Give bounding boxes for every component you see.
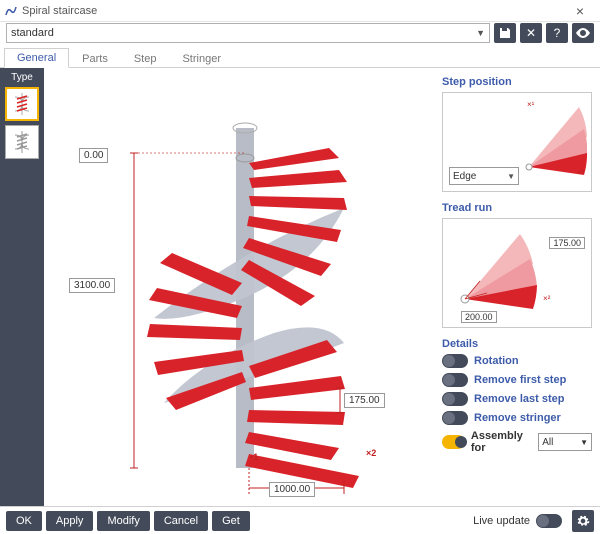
footer: OK Apply Modify Cancel Get Live update (0, 506, 600, 534)
assembly-row: Assembly for All ▼ (442, 430, 592, 454)
cancel-button[interactable]: Cancel (154, 511, 208, 531)
main-content: Type (0, 68, 600, 506)
step-position-title: Step position (442, 76, 592, 88)
chevron-down-icon: ▼ (476, 28, 485, 38)
svg-text:×²: ×² (543, 294, 551, 303)
step-position-section: Step position ×¹ ×² Edge ▼ (442, 76, 592, 192)
preview-button[interactable] (572, 23, 594, 43)
svg-text:×²: ×² (577, 168, 585, 177)
tread-run-title: Tread run (442, 202, 592, 214)
dim-height[interactable]: 3100.00 (69, 278, 115, 293)
step-position-select[interactable]: Edge ▼ (449, 167, 519, 185)
remove-stringer-toggle[interactable] (442, 411, 468, 425)
chevron-down-icon: ▼ (580, 438, 588, 447)
remove-stringer-label: Remove stringer (474, 412, 561, 424)
tread-run-section: Tread run ×² 175.00 200.00 (442, 202, 592, 328)
type-column: Type (0, 68, 44, 506)
dim-step[interactable]: 175.00 (344, 393, 385, 408)
remove-first-toggle[interactable] (442, 373, 468, 387)
tread-outer-dim[interactable]: 175.00 (549, 237, 585, 249)
marker-2: ×2 (366, 448, 376, 458)
type-thumb-gray[interactable] (5, 125, 39, 159)
canvas: 0.00 3100.00 175.00 1000.00 ▪1 ×2 (44, 68, 434, 506)
ok-button[interactable]: OK (6, 511, 42, 531)
dim-top[interactable]: 0.00 (79, 148, 108, 163)
tab-parts[interactable]: Parts (69, 49, 121, 68)
tread-inner-dim[interactable]: 200.00 (461, 311, 497, 323)
tread-run-box: ×² 175.00 200.00 (442, 218, 592, 328)
step-position-box: ×¹ ×² Edge ▼ (442, 92, 592, 192)
chevron-down-icon: ▼ (507, 172, 515, 181)
remove-stringer-row: Remove stringer (442, 411, 592, 425)
titlebar: Spiral staircase × (0, 0, 600, 22)
preset-row: standard ▼ ✕ ? (0, 22, 600, 46)
assembly-select[interactable]: All ▼ (538, 433, 592, 451)
rotation-toggle[interactable] (442, 354, 468, 368)
close-button[interactable]: × (564, 3, 596, 19)
rotation-row: Rotation (442, 354, 592, 368)
right-panel: Step position ×¹ ×² Edge ▼ (434, 68, 600, 506)
dim-radius[interactable]: 1000.00 (269, 482, 315, 497)
gear-icon (576, 514, 590, 528)
marker-1: ▪1 (250, 452, 258, 462)
help-button[interactable]: ? (546, 23, 568, 43)
type-thumb-colored[interactable] (5, 87, 39, 121)
delete-preset-button[interactable]: ✕ (520, 23, 542, 43)
tab-step[interactable]: Step (121, 49, 170, 68)
get-button[interactable]: Get (212, 511, 250, 531)
remove-last-row: Remove last step (442, 392, 592, 406)
tread-run-diagram: ×² (443, 219, 591, 315)
assembly-label: Assembly for (471, 430, 532, 454)
tab-general[interactable]: General (4, 48, 69, 68)
remove-first-label: Remove first step (474, 374, 566, 386)
window-title: Spiral staircase (22, 5, 564, 17)
preset-value: standard (11, 27, 54, 39)
modify-button[interactable]: Modify (97, 511, 149, 531)
type-label: Type (11, 72, 33, 83)
preset-select[interactable]: standard ▼ (6, 23, 490, 43)
svg-text:×¹: ×¹ (527, 100, 535, 109)
details-title: Details (442, 338, 592, 350)
live-update-group: Live update (473, 514, 562, 528)
app-icon (4, 4, 18, 18)
step-position-diagram: ×¹ ×² (521, 97, 587, 179)
save-preset-button[interactable] (494, 23, 516, 43)
remove-last-toggle[interactable] (442, 392, 468, 406)
live-update-toggle[interactable] (536, 514, 562, 528)
tab-stringer[interactable]: Stringer (169, 49, 234, 68)
settings-button[interactable] (572, 510, 594, 532)
live-update-label: Live update (473, 515, 530, 527)
rotation-label: Rotation (474, 355, 519, 367)
remove-last-label: Remove last step (474, 393, 564, 405)
tabstrip: General Parts Step Stringer (0, 46, 600, 68)
remove-first-row: Remove first step (442, 373, 592, 387)
assembly-toggle[interactable] (442, 435, 465, 449)
details-section: Details Rotation Remove first step Remov… (442, 338, 592, 459)
apply-button[interactable]: Apply (46, 511, 94, 531)
